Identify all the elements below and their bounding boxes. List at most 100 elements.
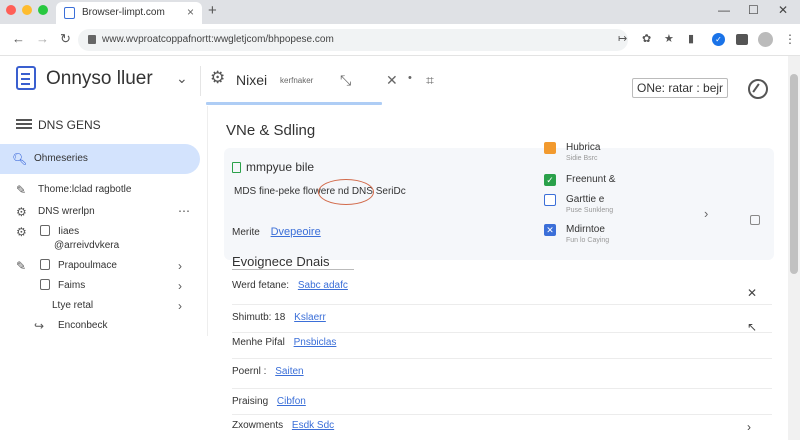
sidebar-section-label: DNS GENS (38, 118, 101, 132)
close-icon[interactable]: ✕ (386, 72, 398, 89)
row-divider (232, 332, 772, 333)
site-info-icon[interactable] (88, 35, 96, 44)
extension-check-icon[interactable]: ✓ (712, 33, 725, 46)
bookmark-icon[interactable]: ▮ (688, 32, 694, 45)
orange-square-icon (544, 142, 556, 154)
field-label: Menhe Pifal (232, 337, 285, 348)
chevron-right-icon[interactable]: › (178, 299, 182, 313)
document-icon (232, 162, 241, 173)
back-button[interactable]: ← (12, 31, 25, 46)
card-row-label: Merite (232, 227, 260, 238)
page-favicon-icon (64, 7, 75, 19)
scrollbar-thumb[interactable] (790, 74, 798, 274)
sidebar: DNS GENS 🔍︎ Ohmeseries ✎ Thome:lclad rag… (0, 106, 208, 336)
tab-close-button[interactable]: × (187, 5, 194, 19)
pencil-icon: ✎ (16, 259, 27, 273)
sidebar-item-ltye-retal[interactable]: Ltye retal › (4, 296, 202, 316)
field-value-link[interactable]: Sabc adafc (298, 280, 348, 291)
browser-tab[interactable]: Browser-limpt.com × (56, 2, 202, 24)
panel-item-hubrica[interactable]: Hubrica Sidie Bsrc (544, 142, 664, 170)
row-divider (232, 414, 772, 415)
row-divider (232, 304, 772, 305)
profile-avatar[interactable] (758, 32, 773, 47)
expand-icon[interactable]: ⤡ (340, 72, 351, 89)
search-icon: 🔍︎ (12, 152, 28, 166)
star-icon[interactable]: ★ (664, 32, 674, 45)
field-value-link[interactable]: Cibfon (277, 396, 306, 407)
window-close-dot[interactable] (6, 5, 16, 15)
window-close-button[interactable]: ✕ (778, 3, 788, 17)
window-maximize-button[interactable]: ☐ (748, 3, 759, 17)
page-scrollbar[interactable] (788, 56, 800, 440)
panel-item-title: Mdirntoe (566, 224, 605, 235)
sidebar-item-ragbotle[interactable]: ✎ Thome:lclad ragbotle (4, 180, 202, 200)
more-options-icon[interactable]: ⋯ (178, 204, 190, 218)
sidebar-item-label: DNS wrerlpn (38, 206, 95, 217)
field-row: Praising Cibfon (232, 396, 306, 407)
sidebar-item-enconbeck[interactable]: ↪ Enconbeck (4, 316, 202, 336)
sidebar-item-faims[interactable]: Faims › (4, 276, 202, 296)
file-icon (40, 225, 50, 236)
window-zoom-dot[interactable] (38, 5, 48, 15)
close-icon[interactable]: ✕ (747, 286, 757, 300)
frame-icon[interactable]: ⌗ (426, 72, 434, 89)
field-row: Shimutb: 18 Kslaerr (232, 312, 326, 323)
header-action-button[interactable]: ONe: ratar : bejr (632, 78, 729, 98)
header-tab-sublabel: kerfnaker (280, 76, 314, 85)
section-underline (232, 269, 354, 270)
new-tab-button[interactable]: + (208, 2, 217, 19)
chevron-right-icon[interactable]: › (704, 206, 708, 221)
field-value-link[interactable]: Saiten (275, 366, 303, 377)
field-value-link[interactable]: Pnsbiclas (294, 337, 337, 348)
sidebar-item-ohmeseries[interactable]: 🔍︎ Ohmeseries (0, 144, 200, 174)
header-tab-label[interactable]: Nixei (236, 72, 267, 88)
reload-button[interactable]: ↻ (60, 31, 71, 47)
panel-item-title: Hubrica (566, 142, 601, 153)
browser-toolbar: ← → ↻ www.wvproatcoppafnortt:wwgletjcom/… (0, 24, 800, 56)
gear-icon[interactable]: ⚙ (210, 68, 225, 88)
panel-item-garttie[interactable]: Garttie e Puse Sunkleng (544, 194, 664, 222)
share-icon[interactable]: ↦ (618, 32, 627, 45)
chevron-right-icon[interactable]: › (178, 259, 182, 273)
panel-item-subtitle: Sidie Bsrc (566, 155, 598, 162)
gear-icon: ⚙ (16, 205, 27, 219)
compass-icon[interactable] (748, 79, 768, 99)
card-row-link[interactable]: Dvepeoire (271, 226, 321, 238)
panel-item-subtitle: Fun lo Caying (566, 237, 610, 244)
app-logo-icon (16, 66, 36, 90)
row-divider (232, 358, 772, 359)
window-minimize-button[interactable]: — (718, 3, 730, 17)
sidebar-item-label: @arreivdvkera (54, 240, 120, 251)
highlight-annotation (318, 179, 374, 205)
address-bar[interactable]: www.wvproatcoppafnortt:wwgletjcom/bhpope… (78, 29, 628, 51)
puzzle-icon[interactable]: ✿ (642, 32, 651, 45)
field-row: Menhe Pifal Pnsbiclas (232, 337, 336, 348)
sidebar-item-arreivdvkera[interactable]: @arreivdvkera (4, 236, 202, 256)
panel-item-mdirntoe[interactable]: ✕ Mdirntoe Fun lo Caying (544, 224, 664, 252)
close-square-icon: ✕ (544, 224, 556, 236)
file-icon (40, 279, 50, 290)
chevron-right-icon[interactable]: › (747, 420, 751, 434)
dot-icon: • (408, 72, 412, 84)
window-minimize-dot[interactable] (22, 5, 32, 15)
field-row: Poernl : Saiten (232, 366, 304, 377)
card-checkbox[interactable] (750, 215, 760, 225)
browser-menu-icon[interactable]: ⋮ (784, 32, 796, 46)
page-title: VNe & Sdling (226, 122, 316, 139)
extension-icon[interactable] (736, 34, 748, 45)
field-label: Zxowments (232, 420, 284, 431)
chevron-down-icon[interactable]: ⌄ (176, 70, 188, 87)
app-title[interactable]: Onnyso lluer (46, 68, 153, 90)
field-value-link[interactable]: Esdk Sdc (292, 420, 334, 431)
sidebar-item-dns[interactable]: ⚙ DNS wrerlpn ⋯ (4, 202, 202, 222)
chevron-right-icon[interactable]: › (178, 279, 182, 293)
sidebar-item-prapoulmace[interactable]: ✎ Prapoulmace › (4, 256, 202, 276)
card-row: Merite Dvepeoire (232, 226, 321, 238)
field-row: Zxowments Esdk Sdc (232, 420, 334, 431)
sidebar-item-label: Ltye retal (52, 300, 94, 311)
row-divider (232, 388, 772, 389)
header-divider (200, 66, 201, 96)
address-url[interactable]: www.wvproatcoppafnortt:wwgletjcom/bhpope… (102, 34, 334, 45)
field-value-link[interactable]: Kslaerr (294, 312, 326, 323)
forward-button[interactable]: → (36, 31, 49, 46)
